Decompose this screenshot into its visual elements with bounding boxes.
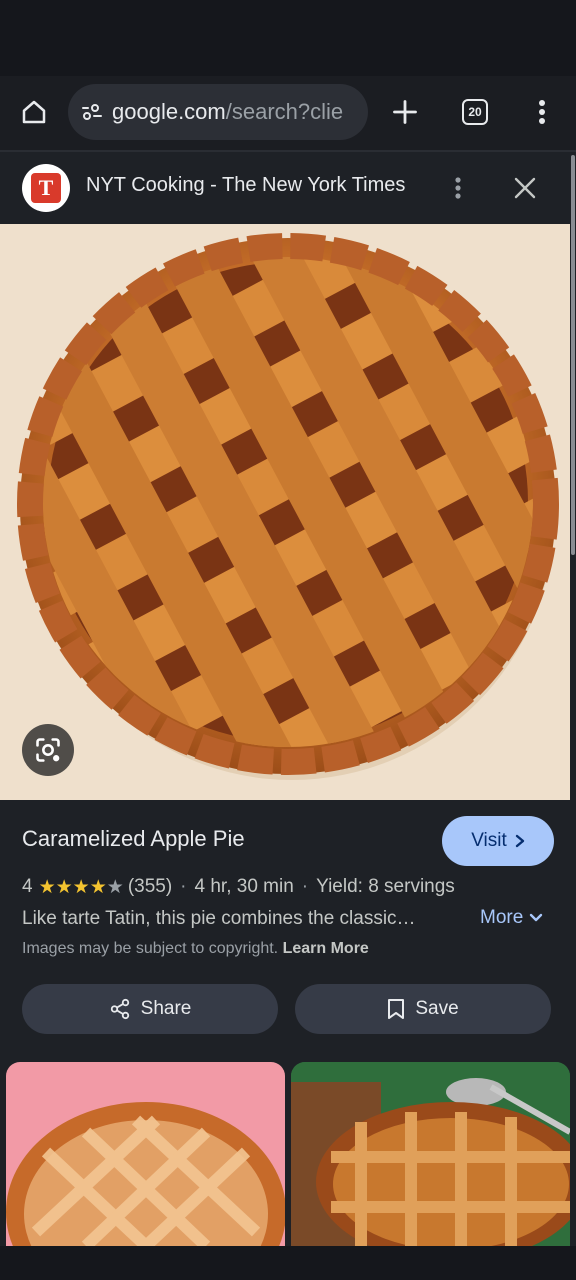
share-button[interactable]: Share [22,984,278,1034]
save-label: Save [415,998,459,1019]
star-empty-icon: ★ [106,876,124,898]
source-header: T NYT Cooking - The New York Times [0,152,570,224]
lens-icon [36,738,60,762]
separator-dot: · [301,876,309,897]
more-button[interactable]: More [480,907,543,929]
system-nav-bar [0,1246,576,1280]
related-pie-illustration-1 [6,1102,285,1246]
close-icon [514,177,536,199]
more-label: More [480,907,524,928]
lens-search-button[interactable] [22,724,74,776]
new-tab-icon [393,100,417,124]
review-count: (355) [127,876,173,897]
url-path: /search?clie [225,99,344,124]
related-image-2[interactable] [291,1062,570,1246]
home-button[interactable] [12,90,56,134]
omnibox[interactable]: google.com/search?clie [68,84,368,140]
star-filled-icon: ★ [38,876,56,898]
image-preview-panel: T NYT Cooking - The New York Times Caram… [0,152,570,1246]
recipe-yield: Yield: 8 servings [316,876,455,897]
home-icon [22,100,46,124]
chevron-right-icon [515,834,524,848]
url-text: google.com/search?clie [112,99,343,125]
site-info-icon[interactable] [78,98,106,126]
overflow-menu-icon [539,100,545,124]
overflow-menu-button[interactable] [520,90,564,134]
bookmark-icon [388,999,405,1019]
main-pie-image[interactable] [0,224,570,800]
star-filled-icon: ★ [89,876,107,898]
copyright-text: Images may be subject to copyright. [22,940,279,957]
browser-toolbar: google.com/search?clie 20 [0,76,576,150]
separator-dot: · [180,876,187,897]
rating-row: 4 ★ ★ ★ ★ ★ (355) · 4 hr, 30 min · Yield: 8 … [22,874,455,900]
learn-more-link[interactable]: Learn More [283,940,369,957]
url-domain: google.com [112,99,226,124]
status-bar [0,0,576,76]
rating-value: 4 [22,876,33,897]
recipe-title[interactable]: Caramelized Apple Pie [22,826,245,852]
nyt-logo-letter: T [31,173,61,203]
nyt-logo-icon[interactable]: T [22,164,70,212]
rating-stars: ★ ★ ★ ★ ★ [39,878,124,897]
source-title[interactable]: NYT Cooking - The New York Times [86,174,405,197]
lattice-pie-illustration [0,224,570,800]
recipe-description: Like tarte Tatin, this pie combines the … [22,908,416,929]
copyright-notice: Images may be subject to copyright. Lear… [22,940,369,958]
star-filled-icon: ★ [55,876,73,898]
tab-switcher-icon: 20 [462,99,488,125]
close-button[interactable] [505,168,545,208]
share-icon [110,998,129,1020]
save-button[interactable]: Save [295,984,551,1034]
visit-label: Visit [471,830,507,851]
related-pie-illustration-2 [291,1062,570,1246]
tab-switcher-button[interactable]: 20 [453,90,497,134]
more-options-button[interactable] [440,168,476,208]
scrollbar-thumb[interactable] [571,155,575,555]
chevron-down-icon [530,913,543,922]
related-image-1[interactable] [6,1062,285,1246]
share-label: Share [140,998,192,1019]
cook-time: 4 hr, 30 min [194,876,294,897]
star-filled-icon: ★ [72,876,90,898]
more-vert-icon [455,177,461,199]
new-tab-button[interactable] [383,90,427,134]
visit-button[interactable]: Visit [442,816,554,866]
